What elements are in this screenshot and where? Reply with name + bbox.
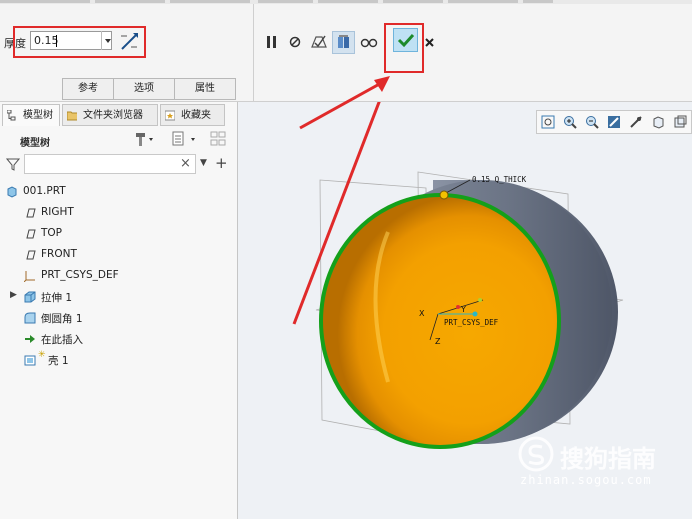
tree-item-front[interactable]: FRONT	[24, 245, 224, 265]
tab-favorites-label: 收藏夹	[181, 110, 211, 121]
list-icon	[172, 131, 195, 146]
tree-item-top[interactable]: TOP	[24, 224, 224, 244]
top-strip	[0, 0, 692, 4]
filter-dropdown-icon[interactable]: ▼	[200, 158, 207, 168]
insert-arrow-icon	[25, 335, 35, 343]
tab-references[interactable]: 参考	[62, 78, 114, 100]
columns-icon	[210, 131, 226, 146]
tree-item-shell[interactable]: ✳ 壳 1	[24, 350, 224, 370]
model-tree-icon	[7, 110, 16, 121]
extrude-icon	[24, 291, 36, 303]
model-tree-title: 模型树	[20, 138, 50, 149]
new-feature-icon: ✳	[38, 350, 46, 360]
tab-model-tree[interactable]: 模型树	[2, 104, 60, 126]
tree-item-label: 在此插入	[41, 334, 83, 346]
highlight-box-thickness	[13, 26, 146, 58]
tree-settings-button[interactable]	[134, 130, 154, 148]
tree-item-csys[interactable]: PRT_CSYS_DEF	[24, 266, 224, 286]
folder-icon	[67, 111, 77, 121]
shell-icon	[24, 355, 36, 366]
axis-x-label: X	[419, 309, 425, 318]
datum-plane-icon	[26, 229, 36, 239]
thickness-drag-handle[interactable]	[439, 190, 449, 200]
watermark-logo: 搜狗指南	[516, 434, 656, 477]
glasses-icon	[360, 38, 378, 48]
verify-button[interactable]	[309, 32, 329, 52]
cancel-button[interactable]	[421, 32, 441, 52]
preview-icon	[338, 35, 349, 48]
tree-filter-input[interactable]	[24, 154, 196, 174]
datum-plane-icon	[26, 208, 36, 218]
tab-folder-browser-label: 文件夹浏览器	[83, 110, 143, 121]
tree-item-label: 001.PRT	[23, 185, 66, 197]
tree-item-round[interactable]: 倒圆角 1	[24, 308, 224, 328]
watermark-brand: 搜狗指南	[560, 445, 656, 473]
axis-z-label: Z	[435, 337, 441, 346]
add-filter-icon[interactable]: +	[215, 154, 228, 172]
tab-properties[interactable]: 属性	[174, 78, 236, 100]
part-icon	[7, 186, 17, 198]
stop-icon	[289, 36, 301, 48]
tree-item-label: 壳 1	[48, 355, 69, 367]
shell-inner-surface	[319, 193, 561, 449]
thick-annotation: 0.15 Q_THICK	[472, 175, 527, 184]
tree-show-button[interactable]	[170, 130, 198, 148]
tree-item-right[interactable]: RIGHT	[24, 203, 224, 223]
tab-folder-browser[interactable]: 文件夹浏览器	[62, 104, 158, 126]
csys-label: PRT_CSYS_DEF	[444, 318, 499, 327]
csys-icon	[24, 271, 35, 282]
tree-item-label: 拉伸 1	[41, 292, 73, 304]
tab-model-tree-label: 模型树	[23, 110, 53, 121]
tree-item-label: TOP	[41, 227, 63, 239]
filter-icon[interactable]	[5, 157, 21, 171]
tree-columns-button[interactable]	[208, 130, 230, 148]
tree-item-label: FRONT	[41, 248, 77, 260]
expand-arrow-icon[interactable]: ▶	[10, 290, 17, 300]
tree-item-label: RIGHT	[41, 206, 74, 218]
stop-button[interactable]	[285, 32, 305, 52]
sogou-logo-icon	[518, 436, 554, 472]
axis-y-label: Y	[460, 305, 466, 314]
close-icon	[425, 38, 434, 47]
dashboard-separator	[253, 4, 254, 102]
favorites-icon	[165, 110, 175, 121]
clear-filter-icon[interactable]: ×	[180, 156, 191, 171]
tree-item-label: 倒圆角 1	[41, 313, 83, 325]
preview-button[interactable]	[332, 31, 355, 54]
tab-favorites[interactable]: 收藏夹	[160, 104, 225, 126]
tree-item-insert-here[interactable]: 在此插入	[24, 329, 224, 349]
tree-item-extrude[interactable]: ▶ 拉伸 1	[10, 287, 224, 307]
round-icon	[24, 312, 36, 324]
tree-item-part[interactable]: 001.PRT	[6, 182, 226, 202]
glasses-button[interactable]	[359, 32, 379, 52]
tree-item-label: PRT_CSYS_DEF	[41, 269, 119, 281]
highlight-box-ok	[384, 23, 424, 73]
red-arrow-tip	[299, 76, 390, 130]
verify-icon	[311, 35, 327, 48]
hammer-icon	[136, 133, 153, 146]
datum-plane-icon	[26, 250, 36, 260]
watermark-url: zhinan.sogou.com	[520, 473, 652, 487]
tab-options[interactable]: 选项	[113, 78, 175, 100]
pause-button[interactable]	[262, 32, 282, 52]
